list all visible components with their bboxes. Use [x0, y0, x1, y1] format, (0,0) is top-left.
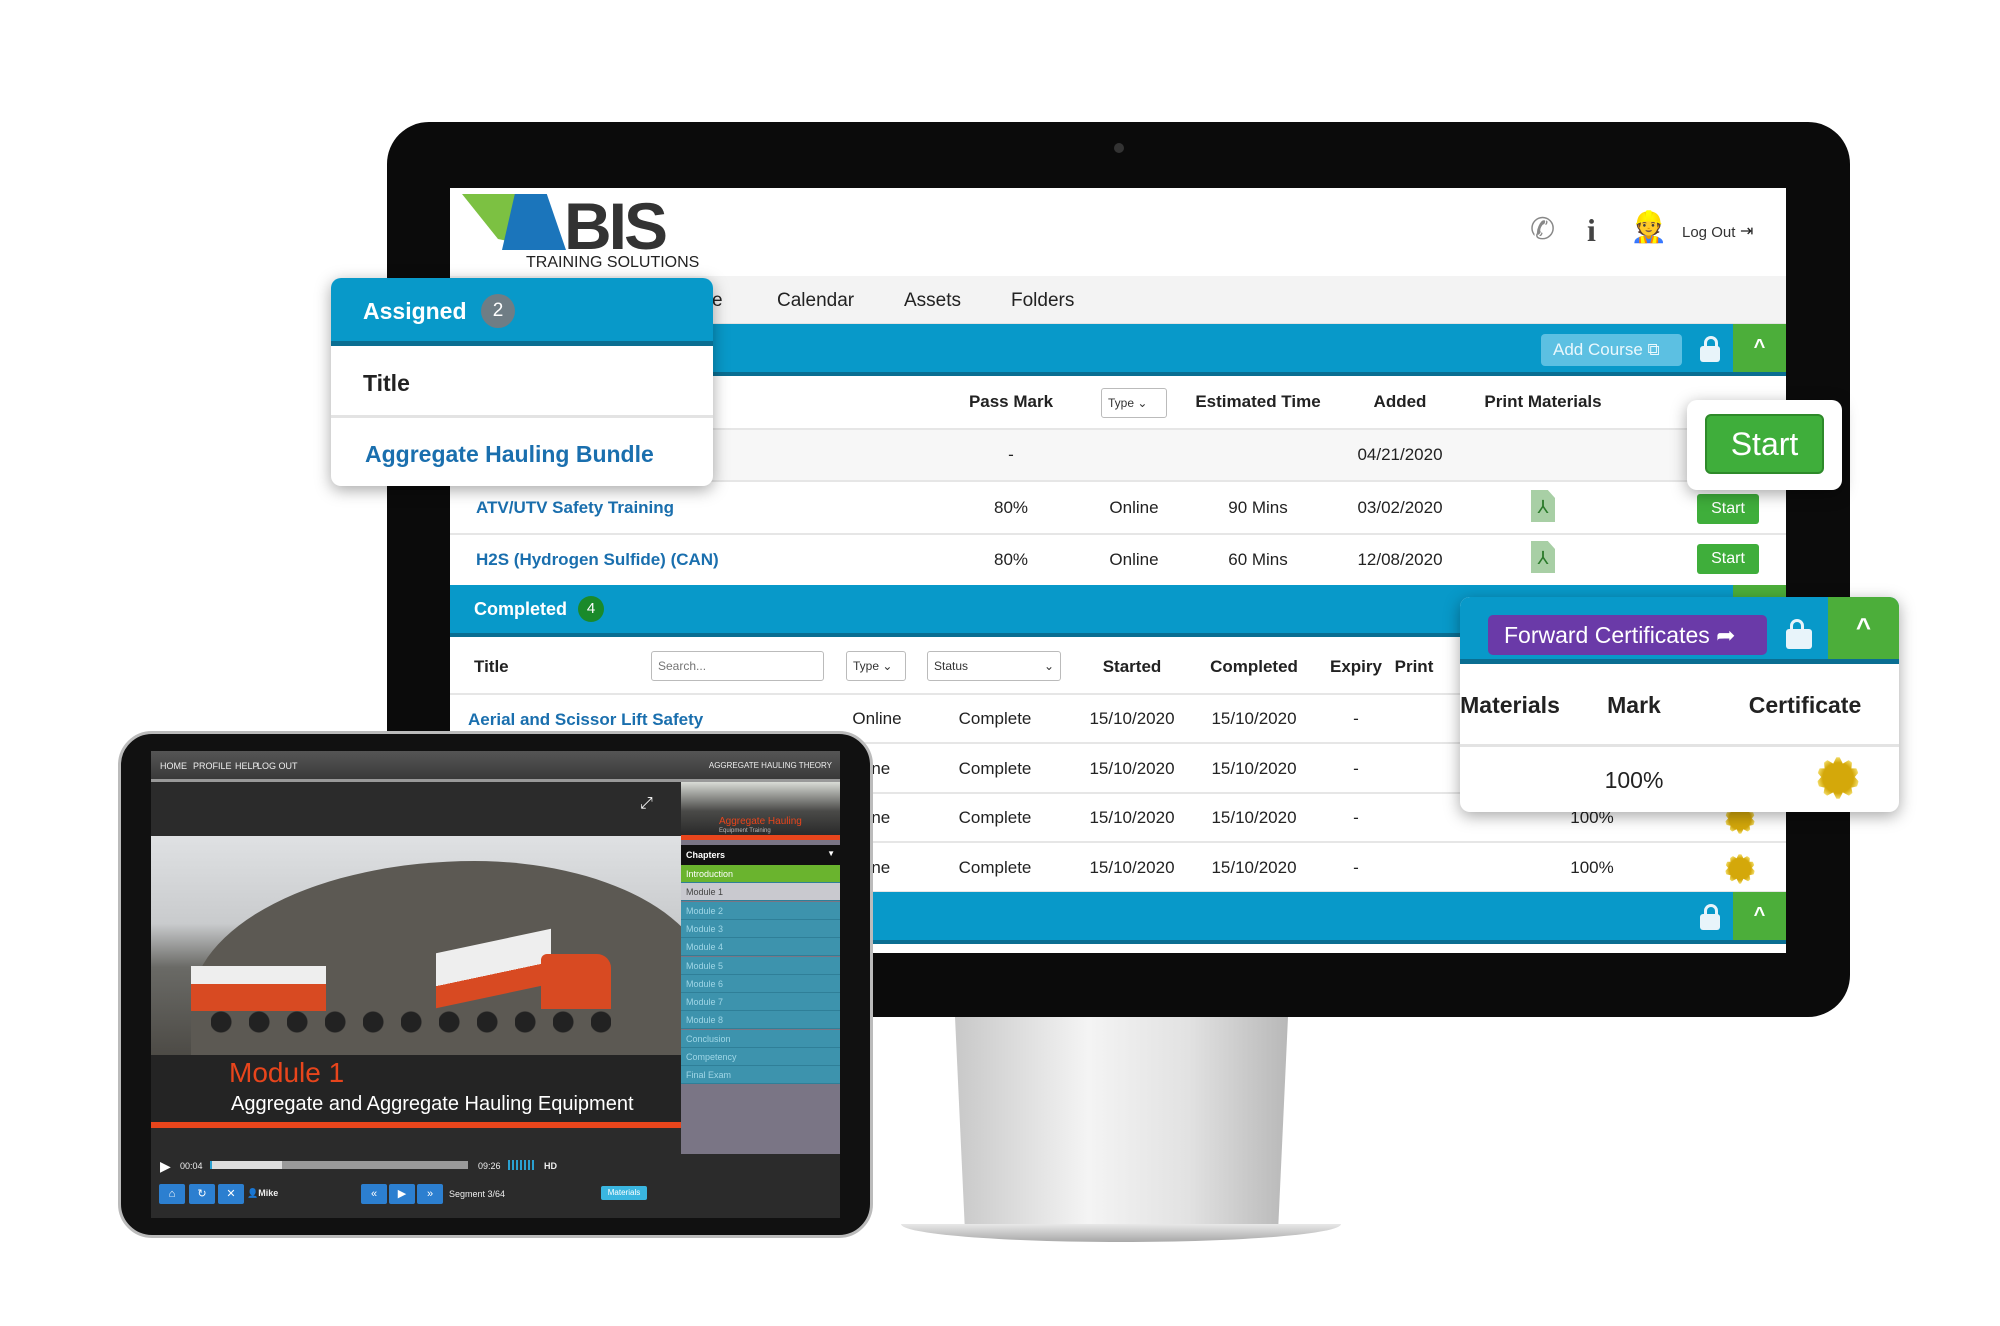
play-icon[interactable]: ▶: [160, 1158, 171, 1175]
unlock-icon[interactable]: [1786, 619, 1812, 649]
monitor-base: [901, 1224, 1341, 1242]
bundle-link[interactable]: Aggregate Hauling Bundle: [365, 441, 654, 468]
chapter-item[interactable]: Competency: [681, 1048, 840, 1066]
phone-icon[interactable]: ✆: [1530, 212, 1555, 247]
expand-icon[interactable]: ⤢: [640, 795, 653, 813]
chapter-item[interactable]: Module 4: [681, 938, 840, 957]
app-header: BIS TRAINING SOLUTIONS ✆ i 👷 Log Out ⇥: [450, 188, 1786, 276]
course-link[interactable]: Aerial and Scissor Lift Safety: [468, 710, 703, 730]
start-button[interactable]: Start: [1697, 544, 1759, 574]
player-menu-bar: HOME PROFILE HELP LOG OUT AGGREGATE HAUL…: [151, 751, 840, 782]
chapter-item[interactable]: Module 8: [681, 1011, 840, 1030]
assigned-card: Assigned 2 Title Aggregate Hauling Bundl…: [331, 278, 713, 486]
chapter-item[interactable]: Module 7: [681, 993, 840, 1012]
info-icon[interactable]: i: [1587, 212, 1596, 249]
menu-profile[interactable]: PROFILE: [193, 761, 232, 771]
player-controls: ▶ 00:04 09:26 HD ⌂ ↻ ✕ 👤Mike « ▶ » Segme…: [151, 1154, 840, 1218]
certificate-icon[interactable]: [1814, 754, 1862, 802]
chapter-item[interactable]: Introduction: [681, 865, 840, 883]
forward-certificates-button[interactable]: Forward Certificates ➦: [1488, 615, 1767, 655]
fullscreen-button[interactable]: ✕: [218, 1184, 244, 1204]
module-title-band: Module 1 Aggregate and Aggregate Hauling…: [151, 1055, 681, 1128]
start-big-button[interactable]: Start: [1705, 414, 1824, 474]
lock-icon[interactable]: [1700, 904, 1720, 930]
pdf-icon[interactable]: ⅄: [1531, 490, 1555, 522]
chapter-item[interactable]: Module 5: [681, 956, 840, 975]
chapters-sidebar: Aggregate Hauling Equipment Training Cha…: [681, 782, 840, 1154]
chapter-item[interactable]: Module 3: [681, 919, 840, 938]
start-card: Start: [1687, 400, 1842, 490]
start-button[interactable]: Start: [1697, 494, 1759, 524]
volume-icon[interactable]: [508, 1160, 536, 1170]
video-frame: [151, 836, 711, 1061]
collapse-button[interactable]: ^: [1733, 892, 1786, 940]
collapse-assigned-button[interactable]: ^: [1733, 324, 1786, 372]
assigned-count-badge: 2: [481, 294, 515, 328]
chapter-item[interactable]: Module 6: [681, 974, 840, 993]
search-input[interactable]: [651, 651, 824, 681]
progress-bar[interactable]: [210, 1161, 468, 1169]
type-filter[interactable]: Type ⌄: [846, 651, 906, 681]
pdf-icon[interactable]: ⅄: [1531, 541, 1555, 573]
lock-icon[interactable]: [1700, 336, 1720, 362]
previous-button[interactable]: «: [361, 1184, 387, 1204]
play-segment-button[interactable]: ▶: [389, 1184, 415, 1204]
menu-logout[interactable]: LOG OUT: [257, 761, 298, 771]
logo: BIS TRAINING SOLUTIONS: [462, 189, 702, 274]
monitor-stand: [955, 1017, 1288, 1232]
nav-item-folders[interactable]: Folders: [1011, 290, 1074, 312]
certificate-icon[interactable]: [1723, 851, 1757, 886]
nav-item-calendar[interactable]: Calendar: [777, 290, 854, 312]
chapter-item[interactable]: Module 2: [681, 901, 840, 920]
menu-help[interactable]: HELP: [235, 761, 259, 771]
monitor-camera: [1114, 143, 1124, 153]
replay-button[interactable]: ↻: [189, 1184, 215, 1204]
status-filter[interactable]: Status ⌄: [927, 651, 1061, 681]
course-link[interactable]: H2S (Hydrogen Sulfide) (CAN): [476, 550, 719, 570]
table-row: ATV/UTV Safety Training 80% Online 90 Mi…: [450, 482, 1786, 535]
next-button[interactable]: »: [417, 1184, 443, 1204]
chapters-dropdown-icon[interactable]: ▼: [827, 849, 835, 858]
course-link[interactable]: ATV/UTV Safety Training: [476, 498, 674, 518]
chapter-item[interactable]: Final Exam: [681, 1066, 840, 1085]
type-filter[interactable]: Type ⌄: [1101, 388, 1167, 418]
chapter-item[interactable]: Module 1: [681, 883, 840, 902]
chapter-item[interactable]: Conclusion: [681, 1029, 840, 1048]
materials-button[interactable]: Materials: [601, 1186, 647, 1200]
course-player: HOME PROFILE HELP LOG OUT AGGREGATE HAUL…: [151, 751, 840, 1218]
collapse-button[interactable]: ^: [1828, 597, 1899, 659]
course-thumbnail: Aggregate Hauling Equipment Training: [681, 782, 840, 840]
logout-link[interactable]: Log Out: [1682, 224, 1735, 241]
nav-item-assets[interactable]: Assets: [904, 290, 961, 312]
completed-count-badge: 4: [578, 596, 604, 622]
menu-home[interactable]: HOME: [160, 761, 187, 771]
logout-icon: ⇥: [1740, 223, 1754, 240]
worker-avatar-icon[interactable]: 👷: [1630, 210, 1667, 245]
table-row: H2S (Hydrogen Sulfide) (CAN) 80% Online …: [450, 535, 1786, 585]
home-button[interactable]: ⌂: [159, 1184, 185, 1204]
certificates-card: Forward Certificates ➦ ^ Materials Mark …: [1460, 597, 1899, 812]
add-course-button[interactable]: Add Course ⧉: [1541, 334, 1682, 366]
nav-item-partial[interactable]: e: [712, 290, 723, 312]
user-label: 👤Mike: [247, 1188, 279, 1198]
